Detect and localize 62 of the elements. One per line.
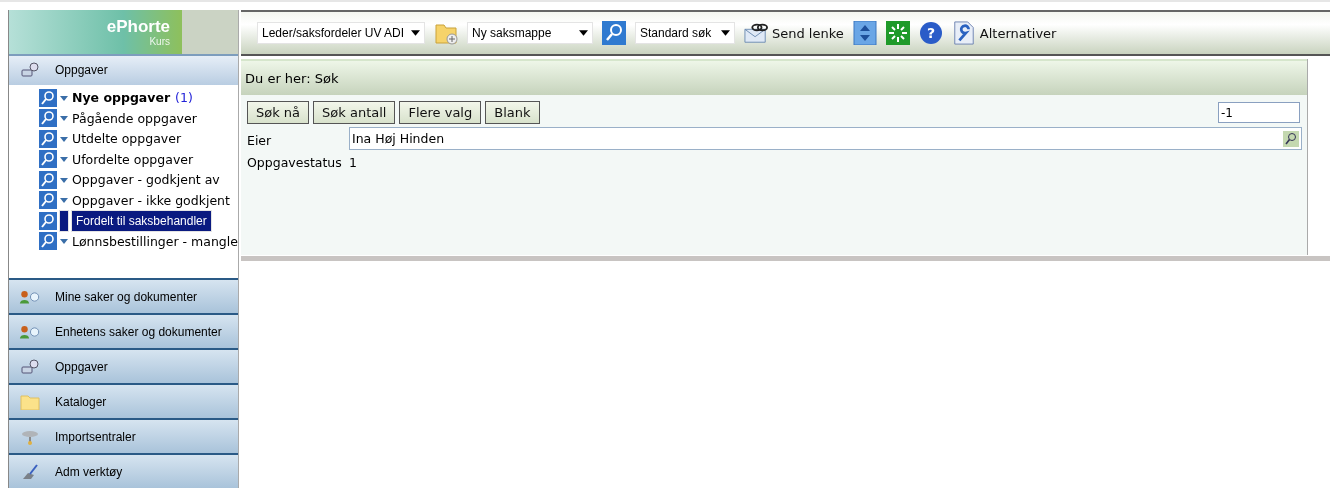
network-icon — [19, 428, 41, 445]
field-label: Eier — [247, 132, 273, 148]
search-icon[interactable] — [39, 232, 57, 251]
form-button[interactable]: Flere valg — [399, 101, 482, 124]
task-list-item[interactable]: Oppgaver - ikke godkjent — [71, 192, 231, 208]
form-button[interactable]: Blank — [485, 101, 540, 124]
search-icon[interactable] — [39, 88, 57, 107]
section-title: Oppgaver — [55, 63, 108, 78]
search-icon[interactable] — [39, 170, 57, 189]
refresh-icon[interactable] — [885, 21, 910, 45]
nav-item[interactable]: Importsentraler — [9, 418, 238, 453]
options-button[interactable]: Alternativer — [951, 21, 1057, 45]
nav-label: Enhetens saker og dokumenter — [55, 324, 222, 339]
form-button[interactable]: Søk antall — [313, 101, 396, 124]
caret-icon — [411, 30, 420, 36]
field-value: 1 — [349, 154, 357, 170]
search-icon[interactable] — [39, 191, 57, 210]
task-list-item[interactable]: Fordelt til saksbehandler — [71, 209, 212, 232]
task-list-item[interactable]: Lønnsbestillinger - mangle — [71, 233, 238, 249]
new-item-dropdown[interactable]: Ny saksmappe — [467, 22, 593, 44]
nav-item[interactable]: Oppgaver — [9, 348, 238, 383]
search-icon[interactable] — [39, 129, 57, 148]
send-link-button[interactable]: Send lenke — [744, 21, 844, 45]
nav-item[interactable]: Adm verktøy — [9, 453, 238, 488]
nav-label: Adm verktøy — [55, 464, 123, 479]
help-icon[interactable]: ? — [918, 21, 943, 45]
nav-label: Mine saker og dokumenter — [55, 289, 198, 304]
people-search-icon — [19, 323, 41, 340]
role-dropdown[interactable]: Leder/saksfordeler UV ADI — [257, 22, 425, 44]
task-list-item[interactable]: Ufordelte oppgaver — [71, 151, 195, 167]
caret-icon — [721, 30, 730, 36]
task-count: (1) — [175, 90, 193, 106]
search-icon[interactable] — [39, 211, 57, 230]
envelope-link-icon — [744, 21, 768, 45]
task-list-item[interactable]: Utdelte oppgaver — [71, 131, 183, 147]
wrench-document-icon — [951, 21, 976, 45]
nav-label: Kataloger — [55, 394, 107, 409]
section-header[interactable]: Oppgaver — [9, 54, 238, 85]
search-icon[interactable] — [39, 150, 57, 169]
folder-icon — [19, 393, 41, 410]
nav-item[interactable]: Mine saker og dokumenter — [9, 278, 238, 313]
owner-field[interactable]: Ina Høj Hinden — [349, 127, 1302, 150]
nav-item[interactable]: Kataloger — [9, 383, 238, 418]
task-list-item[interactable]: Pågående oppgaver — [71, 110, 198, 126]
task-list-item[interactable]: Oppgaver - godkjent av — [71, 172, 221, 188]
logo-name: ePhorte — [106, 17, 170, 36]
people-search-icon — [19, 288, 41, 305]
search-icon[interactable] — [39, 109, 57, 128]
nav-label: Importsentraler — [55, 429, 136, 444]
breadcrumb: Du er her: Søk — [245, 70, 339, 86]
task-list-item[interactable]: Nye oppgaver — [71, 90, 172, 106]
search-icon[interactable] — [1283, 130, 1299, 147]
up-down-icon[interactable] — [852, 21, 877, 45]
count-field[interactable]: -1 — [1218, 102, 1300, 123]
field-label: Oppgavestatus — [247, 154, 343, 170]
search-icon[interactable] — [602, 21, 626, 45]
form-button[interactable]: Søk nå — [247, 101, 310, 124]
search-type-dropdown[interactable]: Standard søk — [635, 22, 735, 44]
nav-label: Oppgaver — [55, 359, 108, 374]
caret-icon — [579, 30, 588, 36]
nav-item[interactable]: Enhetens saker og dokumenter — [9, 313, 238, 348]
logo-subtitle: Kurs — [149, 35, 170, 47]
